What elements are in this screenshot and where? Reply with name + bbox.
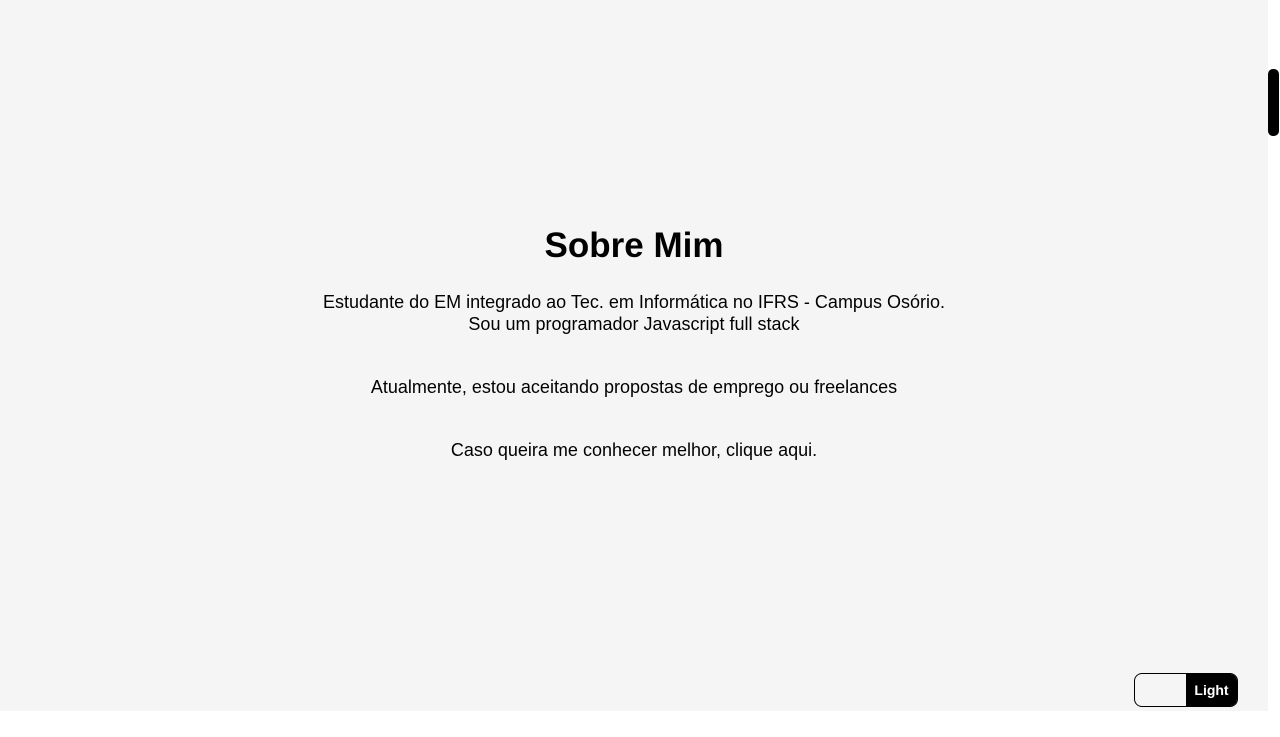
bottom-strip	[0, 711, 1268, 737]
availability-paragraph: Atualmente, estou aceitando propostas de…	[370, 377, 898, 397]
learn-more-link[interactable]: clique aqui.	[726, 440, 817, 460]
about-section: Sobre Mim Estudante do EM integrado ao T…	[0, 222, 1268, 461]
intro-paragraph: Estudante do EM integrado ao Tec. em Inf…	[0, 291, 1268, 335]
intro-line-2: Sou um programador Javascript full stack	[468, 314, 800, 334]
contact-paragraph: Caso queira me conhecer melhor, clique a…	[0, 439, 1268, 461]
contact-text: Caso queira me conhecer melhor,	[450, 440, 727, 460]
theme-toggle-off-side[interactable]	[1135, 674, 1186, 706]
theme-toggle-label[interactable]: Light	[1186, 674, 1237, 706]
section-title: Sobre Mim	[544, 226, 724, 265]
intro-line-1: Estudante do EM integrado ao Tec. em Inf…	[323, 292, 945, 312]
scrollbar-thumb[interactable]	[1268, 69, 1279, 136]
theme-toggle[interactable]: Light	[1134, 673, 1238, 707]
